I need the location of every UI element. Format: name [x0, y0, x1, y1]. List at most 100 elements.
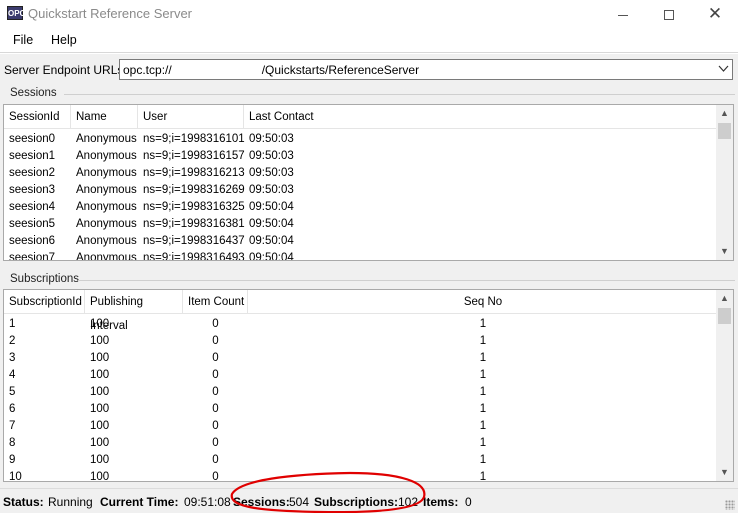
- sessions-header: SessionId Name User Last Contact: [4, 105, 733, 129]
- subscriptions-header: SubscriptionId Publishing Interval Item …: [4, 290, 733, 332]
- column-header-item-count[interactable]: Item Count: [183, 290, 248, 314]
- session-id-cell: seesion2: [9, 167, 56, 179]
- seq-no-cell: 1: [479, 403, 487, 415]
- resize-grip-icon[interactable]: [725, 500, 735, 510]
- column-header-name[interactable]: Name: [71, 105, 138, 129]
- item-count-cell: 0: [212, 318, 219, 330]
- subscriptions-list[interactable]: SubscriptionId Publishing Interval Item …: [3, 289, 734, 482]
- session-last-contact-cell: 09:50:03: [249, 184, 294, 196]
- session-row[interactable]: seesion0 Anonymous ns=9;i=1998316101 09:50:…: [4, 131, 733, 148]
- sessions-list[interactable]: SessionId Name User Last Contact seesion…: [3, 104, 734, 261]
- session-id-cell: seesion3: [9, 184, 56, 196]
- column-header-sessionid[interactable]: SessionId: [4, 105, 71, 129]
- client-area: Server Endpoint URLs opc.tcp:// /Quickst…: [0, 54, 738, 513]
- subscription-id-cell: 3: [9, 352, 16, 364]
- session-last-contact-cell: 09:50:04: [249, 235, 294, 247]
- session-row[interactable]: seesion4 Anonymous ns=9;i=1998316325 09:50:…: [4, 199, 733, 216]
- subscription-row[interactable]: 1 100 0 1: [4, 316, 733, 333]
- publishing-interval-cell: 100: [90, 369, 110, 381]
- column-header-last-contact[interactable]: Last Contact: [244, 105, 718, 129]
- seq-no-cell: 1: [479, 437, 487, 449]
- session-name-cell: Anonymous: [76, 218, 137, 230]
- chevron-down-icon[interactable]: [718, 61, 729, 77]
- session-user-cell: ns=9;i=1998316213: [143, 167, 245, 179]
- minimize-button[interactable]: [600, 0, 646, 29]
- column-header-publishing-interval[interactable]: Publishing Interval: [85, 290, 183, 332]
- session-id-cell: seesion4: [9, 201, 56, 213]
- item-count-cell: 0: [212, 335, 219, 347]
- close-icon: ✕: [707, 4, 723, 23]
- status-label: Status:: [3, 495, 44, 509]
- publishing-interval-cell: 100: [90, 352, 110, 364]
- endpoint-url-combobox[interactable]: opc.tcp:// /Quickstarts/ReferenceServer: [119, 59, 733, 80]
- scroll-thumb[interactable]: [718, 308, 731, 324]
- session-last-contact-cell: 09:50:03: [249, 150, 294, 162]
- session-name-cell: Anonymous: [76, 184, 137, 196]
- column-header-subscriptionid[interactable]: SubscriptionId: [4, 290, 85, 314]
- subscription-row[interactable]: 5 100 0 1: [4, 384, 733, 401]
- window-title: Quickstart Reference Server: [28, 6, 193, 21]
- subscription-row[interactable]: 3 100 0 1: [4, 350, 733, 367]
- session-row[interactable]: seesion6 Anonymous ns=9;i=1998316437 09:50:…: [4, 233, 733, 250]
- subscription-row[interactable]: 10 100 0 1: [4, 469, 733, 482]
- subscriptions-scrollbar[interactable]: ▲ ▼: [716, 290, 733, 481]
- seq-no-cell: 1: [479, 335, 487, 347]
- seq-no-cell: 1: [479, 369, 487, 381]
- session-name-cell: Anonymous: [76, 252, 137, 261]
- scroll-up-icon[interactable]: ▲: [716, 290, 733, 307]
- subscription-id-cell: 4: [9, 369, 16, 381]
- session-row[interactable]: seesion3 Anonymous ns=9;i=1998316269 09:50:…: [4, 182, 733, 199]
- scroll-up-icon[interactable]: ▲: [716, 105, 733, 122]
- session-user-cell: ns=9;i=1998316269: [143, 184, 245, 196]
- column-header-user[interactable]: User: [138, 105, 244, 129]
- seq-no-cell: 1: [479, 386, 487, 398]
- subscription-row[interactable]: 9 100 0 1: [4, 452, 733, 469]
- status-bar: Status: Running Current Time: 09:51:08 S…: [0, 488, 738, 513]
- subscription-row[interactable]: 2 100 0 1: [4, 333, 733, 350]
- scroll-thumb[interactable]: [718, 123, 731, 139]
- session-last-contact-cell: 09:50:03: [249, 167, 294, 179]
- title-bar: OPC Quickstart Reference Server ✕: [0, 0, 738, 29]
- item-count-cell: 0: [212, 471, 219, 482]
- session-user-cell: ns=9;i=1998316101: [143, 133, 245, 145]
- subscription-row[interactable]: 7 100 0 1: [4, 418, 733, 435]
- current-time-label: Current Time:: [100, 495, 179, 509]
- minimize-icon: [618, 14, 628, 16]
- session-user-cell: ns=9;i=1998316493: [143, 252, 245, 261]
- subscription-row[interactable]: 4 100 0 1: [4, 367, 733, 384]
- session-name-cell: Anonymous: [76, 133, 137, 145]
- session-row[interactable]: seesion5 Anonymous ns=9;i=1998316381 09:50:…: [4, 216, 733, 233]
- subscription-row[interactable]: 6 100 0 1: [4, 401, 733, 418]
- session-last-contact-cell: 09:50:04: [249, 201, 294, 213]
- subscription-row[interactable]: 8 100 0 1: [4, 435, 733, 452]
- session-row[interactable]: seesion7 Anonymous ns=9;i=1998316493 09:50:…: [4, 250, 733, 261]
- session-row[interactable]: seesion1 Anonymous ns=9;i=1998316157 09:50:…: [4, 148, 733, 165]
- session-name-cell: Anonymous: [76, 150, 137, 162]
- scroll-down-icon[interactable]: ▼: [716, 243, 733, 260]
- item-count-cell: 0: [212, 386, 219, 398]
- subscription-id-cell: 6: [9, 403, 16, 415]
- seq-no-cell: 1: [479, 352, 487, 364]
- session-id-cell: seesion7: [9, 252, 56, 261]
- menu-help[interactable]: Help: [51, 33, 77, 47]
- session-name-cell: Anonymous: [76, 201, 137, 213]
- subscription-id-cell: 2: [9, 335, 16, 347]
- sessions-group-divider: [64, 94, 735, 95]
- seq-no-cell: 1: [479, 471, 487, 482]
- sessions-scrollbar[interactable]: ▲ ▼: [716, 105, 733, 260]
- publishing-interval-cell: 100: [90, 335, 110, 347]
- session-id-cell: seesion5: [9, 218, 56, 230]
- close-button[interactable]: ✕: [692, 0, 738, 29]
- menu-file[interactable]: File: [13, 33, 33, 47]
- session-name-cell: Anonymous: [76, 235, 137, 247]
- maximize-button[interactable]: [646, 0, 692, 29]
- subscription-id-cell: 5: [9, 386, 16, 398]
- status-value: Running: [48, 495, 93, 509]
- session-user-cell: ns=9;i=1998316325: [143, 201, 245, 213]
- session-row[interactable]: seesion2 Anonymous ns=9;i=1998316213 09:50:…: [4, 165, 733, 182]
- session-last-contact-cell: 09:50:04: [249, 218, 294, 230]
- column-header-seq-no[interactable]: Seq No: [248, 290, 718, 314]
- publishing-interval-cell: 100: [90, 437, 110, 449]
- publishing-interval-cell: 100: [90, 454, 110, 466]
- scroll-down-icon[interactable]: ▼: [716, 464, 733, 481]
